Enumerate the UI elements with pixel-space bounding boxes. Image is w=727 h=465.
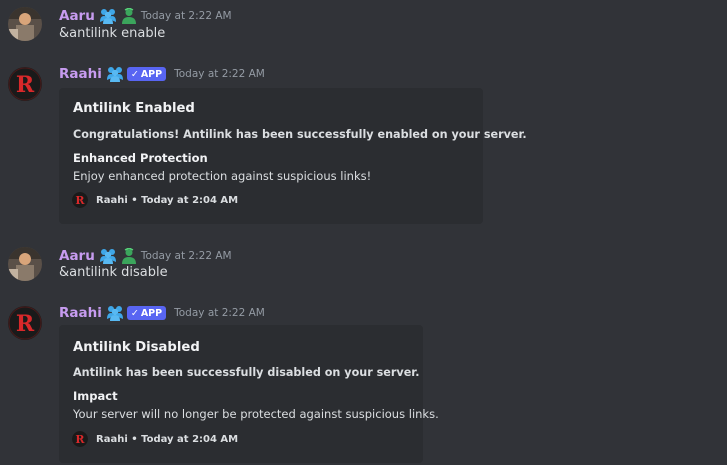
checkmark-icon: ✓ bbox=[130, 68, 139, 80]
embed-title: Antilink Disabled bbox=[73, 340, 200, 355]
members-icon[interactable] bbox=[99, 248, 117, 264]
message-aaru-disable: Aaru Today at 2:22 AM &antilink disable bbox=[0, 240, 727, 290]
embed-field-value: Enjoy enhanced protection against suspic… bbox=[73, 169, 372, 183]
bot-avatar-raahi[interactable]: R bbox=[8, 67, 42, 101]
username[interactable]: Raahi bbox=[59, 66, 102, 82]
message-content: &antilink disable bbox=[59, 265, 168, 280]
embed-field-name: Impact bbox=[73, 389, 118, 403]
footer-avatar-icon: R bbox=[72, 431, 88, 447]
embed-description: Antilink has been successfully disabled … bbox=[73, 366, 420, 379]
embed-field-value: Your server will no longer be protected … bbox=[73, 407, 439, 421]
username[interactable]: Aaru bbox=[59, 8, 95, 24]
green-member-icon[interactable] bbox=[120, 248, 138, 264]
timestamp: Today at 2:22 AM bbox=[140, 250, 232, 262]
svg-text:R: R bbox=[75, 433, 85, 446]
username[interactable]: Aaru bbox=[59, 248, 95, 264]
embed-card: Antilink Disabled Antilink has been succ… bbox=[59, 325, 439, 463]
username[interactable]: Raahi bbox=[59, 305, 102, 321]
members-icon[interactable] bbox=[99, 8, 117, 24]
footer-avatar-icon: R bbox=[72, 192, 88, 208]
green-member-icon[interactable] bbox=[120, 8, 138, 24]
message-raahi-disabled: R Raahi ✓ APP Today at 2:22 AM Antilink … bbox=[0, 299, 727, 465]
timestamp: Today at 2:22 AM bbox=[174, 307, 265, 319]
svg-text:R: R bbox=[16, 72, 35, 98]
embed-field-name: Enhanced Protection bbox=[73, 151, 208, 165]
members-icon[interactable] bbox=[106, 66, 124, 82]
members-icon[interactable] bbox=[106, 305, 124, 321]
app-badge: ✓ APP bbox=[126, 67, 167, 81]
embed-footer: R Raahi • Today at 2:04 AM bbox=[72, 431, 238, 447]
user-avatar-aaru[interactable] bbox=[8, 7, 42, 41]
timestamp: Today at 2:22 AM bbox=[174, 68, 265, 80]
embed-card: Antilink Enabled Congratulations! Antili… bbox=[59, 88, 527, 224]
embed-footer: R Raahi • Today at 2:04 AM bbox=[72, 192, 238, 208]
svg-text:R: R bbox=[75, 194, 85, 207]
message-content: &antilink enable bbox=[59, 26, 166, 41]
embed-description: Congratulations! Antilink has been succe… bbox=[73, 128, 527, 141]
app-badge: ✓ APP bbox=[126, 306, 167, 320]
message-raahi-enabled: R Raahi ✓ APP Today at 2:22 AM Antilink … bbox=[0, 60, 727, 230]
embed-footer-text: Raahi • Today at 2:04 AM bbox=[96, 433, 239, 445]
user-avatar-aaru[interactable] bbox=[8, 247, 42, 281]
timestamp: Today at 2:22 AM bbox=[140, 10, 232, 22]
embed-title: Antilink Enabled bbox=[73, 101, 195, 116]
bot-avatar-raahi[interactable]: R bbox=[8, 306, 42, 340]
message-aaru-enable: Aaru Today at 2:22 AM &antilink enable bbox=[0, 0, 727, 50]
embed-footer-text: Raahi • Today at 2:04 AM bbox=[96, 194, 239, 206]
svg-text:R: R bbox=[16, 311, 35, 337]
checkmark-icon: ✓ bbox=[130, 307, 139, 319]
